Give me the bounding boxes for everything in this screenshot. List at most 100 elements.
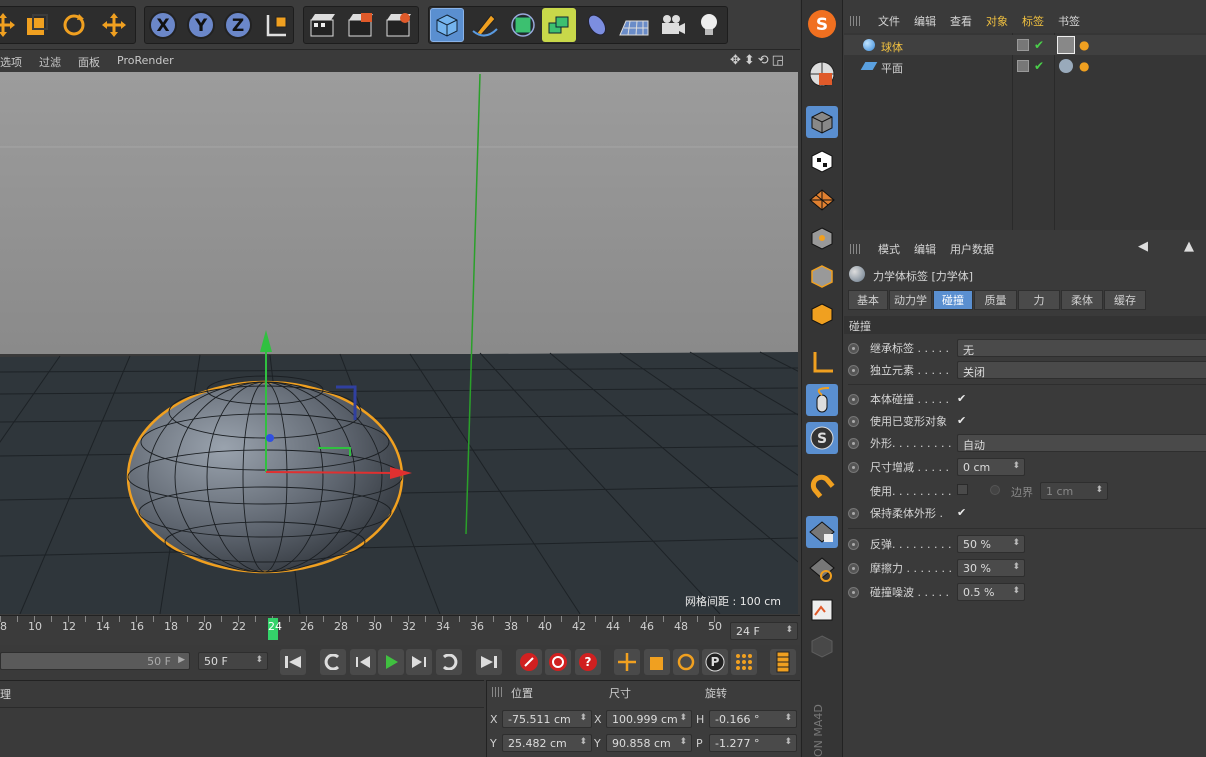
- om-menu-tags[interactable]: 标签: [1022, 13, 1044, 29]
- tab-mass[interactable]: 质量: [974, 290, 1017, 310]
- om-menu-view[interactable]: 查看: [950, 13, 972, 29]
- animate-radio-icon[interactable]: [848, 586, 859, 598]
- animate-radio-icon[interactable]: [848, 415, 859, 427]
- om-menu-edit[interactable]: 编辑: [914, 13, 936, 29]
- key-scale-icon[interactable]: [644, 649, 670, 675]
- use-checkbox[interactable]: [957, 484, 968, 495]
- texture-mode-icon[interactable]: [806, 145, 838, 177]
- friction-field[interactable]: 30 %: [957, 559, 1025, 577]
- subdivision-icon[interactable]: [506, 8, 540, 42]
- viewport-solo-icon[interactable]: [806, 594, 838, 626]
- polygons-mode-icon[interactable]: [806, 298, 838, 330]
- shape-dropdown[interactable]: 自动: [957, 434, 1206, 452]
- am-menu-edit[interactable]: 编辑: [914, 241, 936, 257]
- frame-range-slider[interactable]: 50 F ▶: [0, 652, 190, 670]
- tab-collision[interactable]: 碰撞: [933, 290, 973, 310]
- end-frame-field[interactable]: 50 F: [198, 652, 268, 670]
- object-name-sphere[interactable]: 球体: [881, 39, 903, 55]
- viewport-menu-prorender[interactable]: ProRender: [117, 54, 174, 70]
- om-menu-bookmarks[interactable]: 书签: [1058, 13, 1080, 29]
- deformer-icon[interactable]: [580, 8, 614, 42]
- 3d-viewport[interactable]: 网格间距 : 100 cm: [0, 72, 798, 614]
- om-menu-objects[interactable]: 对象: [986, 13, 1008, 29]
- nav-back-icon[interactable]: ◀: [1138, 239, 1148, 254]
- am-menu-userdata[interactable]: 用户数据: [950, 241, 994, 257]
- keyframe-selection-icon[interactable]: ?: [575, 649, 601, 675]
- size-increment-field[interactable]: 0 cm: [957, 458, 1025, 476]
- cube-icon[interactable]: [430, 8, 464, 42]
- position-x-field[interactable]: -75.511 cm: [502, 710, 592, 728]
- tab-softbody[interactable]: 柔体: [1061, 290, 1103, 310]
- viewport-nav-icons[interactable]: ✥⬍⟲◲: [730, 53, 787, 68]
- phong-tag-icon[interactable]: ●: [1079, 38, 1089, 52]
- scale-icon[interactable]: [20, 8, 54, 42]
- timeline-window-icon[interactable]: [770, 649, 796, 675]
- snap-icon[interactable]: S: [806, 422, 838, 454]
- animate-radio-icon[interactable]: [848, 562, 859, 574]
- viewport-menu-options[interactable]: 选项: [0, 54, 22, 70]
- border-radio-icon[interactable]: [990, 485, 1000, 495]
- light-icon[interactable]: [692, 8, 726, 42]
- plane-visibility-icon[interactable]: ✔: [1034, 59, 1044, 73]
- tab-dynamics[interactable]: 动力学: [889, 290, 932, 310]
- move-icon[interactable]: [97, 8, 131, 42]
- tab-cache[interactable]: 缓存: [1104, 290, 1146, 310]
- om-menu-file[interactable]: 文件: [878, 13, 900, 29]
- array-icon[interactable]: [542, 8, 576, 42]
- pen-icon[interactable]: [468, 8, 502, 42]
- play-icon[interactable]: [378, 649, 404, 675]
- magnet-icon[interactable]: [806, 470, 838, 502]
- use-deformed-checkbox[interactable]: ✔: [957, 415, 968, 426]
- record-key-icon[interactable]: [516, 649, 542, 675]
- coord-system-icon[interactable]: [259, 8, 293, 42]
- workplane-icon[interactable]: [806, 183, 838, 215]
- nav-up-icon[interactable]: ▲: [1184, 239, 1194, 254]
- position-y-field[interactable]: 25.482 cm: [502, 734, 592, 752]
- z-axis-icon[interactable]: Z: [221, 8, 255, 42]
- tab-basic[interactable]: 基本: [848, 290, 888, 310]
- y-axis-icon[interactable]: Y: [184, 8, 218, 42]
- floor-icon[interactable]: [617, 8, 651, 42]
- animate-radio-icon[interactable]: [848, 461, 859, 473]
- go-to-start-icon[interactable]: [280, 649, 306, 675]
- workplane-rotate-icon[interactable]: [806, 554, 838, 586]
- individual-dropdown[interactable]: 关闭: [957, 361, 1206, 379]
- x-axis-icon[interactable]: X: [146, 8, 180, 42]
- go-to-end-icon[interactable]: [476, 649, 502, 675]
- sphere-layer-icon[interactable]: [1017, 39, 1029, 51]
- rotation-p-field[interactable]: -1.277 °: [709, 734, 797, 752]
- key-parameter-icon[interactable]: P: [702, 649, 728, 675]
- move-partial-icon[interactable]: [0, 8, 20, 42]
- dynamics-tag-icon[interactable]: [1057, 36, 1075, 54]
- current-frame-field[interactable]: 24 F: [730, 622, 798, 640]
- render-picture-icon[interactable]: [343, 8, 377, 42]
- plane-phong-tag-icon[interactable]: ●: [1079, 59, 1089, 73]
- object-name-plane[interactable]: 平面: [881, 60, 903, 76]
- next-key-icon[interactable]: [436, 649, 462, 675]
- prev-frame-icon[interactable]: [350, 649, 376, 675]
- plane-layer-icon[interactable]: [1017, 60, 1029, 72]
- prev-key-icon[interactable]: [320, 649, 346, 675]
- animate-radio-icon[interactable]: [848, 364, 859, 376]
- axis-mode-icon[interactable]: [806, 346, 838, 378]
- animate-radio-icon[interactable]: [848, 507, 859, 519]
- viewport-menu-filter[interactable]: 过滤: [39, 54, 61, 70]
- edges-mode-icon[interactable]: [806, 260, 838, 292]
- key-pla-icon[interactable]: [731, 649, 757, 675]
- keep-soft-checkbox[interactable]: ✔: [957, 507, 968, 518]
- autokey-icon[interactable]: [545, 649, 571, 675]
- size-x-field[interactable]: 100.999 cm: [606, 710, 692, 728]
- rotation-h-field[interactable]: -0.166 °: [709, 710, 797, 728]
- animate-radio-icon[interactable]: [848, 437, 859, 449]
- am-menu-mode[interactable]: 模式: [878, 241, 900, 257]
- animate-radio-icon[interactable]: [848, 342, 859, 354]
- model-mode-icon[interactable]: [806, 106, 838, 138]
- camera-icon[interactable]: [655, 8, 689, 42]
- scene-logo-icon[interactable]: S: [806, 8, 838, 40]
- tab-force[interactable]: 力: [1018, 290, 1060, 310]
- inherit-tag-dropdown[interactable]: 无: [957, 339, 1206, 357]
- bounce-field[interactable]: 50 %: [957, 535, 1025, 553]
- animate-radio-icon[interactable]: [848, 538, 859, 550]
- sphere-visibility-icon[interactable]: ✔: [1034, 38, 1044, 52]
- render-view-icon[interactable]: [305, 8, 339, 42]
